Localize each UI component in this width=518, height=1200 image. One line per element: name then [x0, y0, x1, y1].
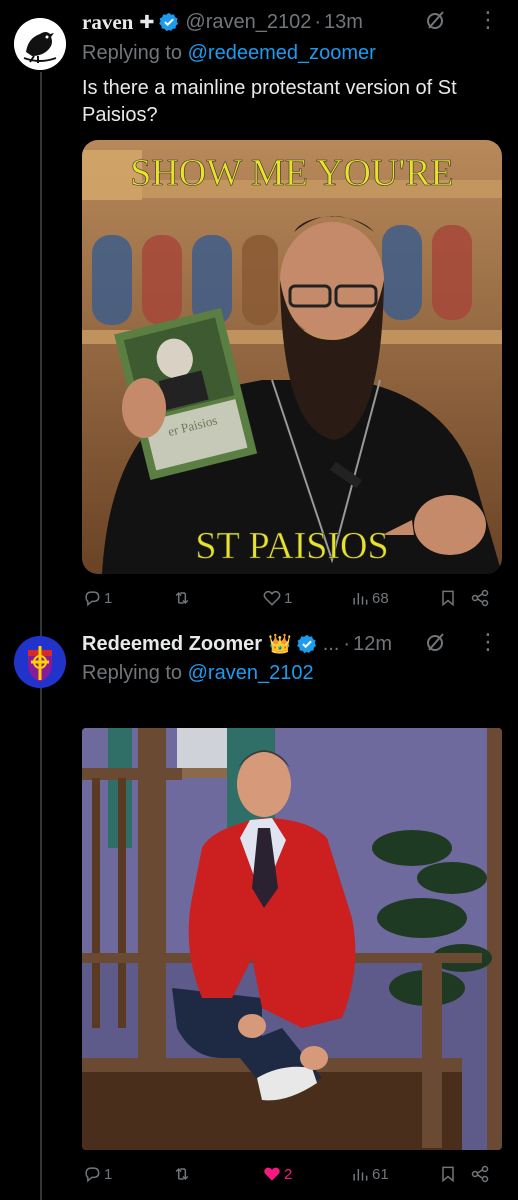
dot-separator: · [343, 632, 351, 655]
meme-bottom-text: ST PAISIOS [195, 525, 388, 567]
grok-icon[interactable] [425, 631, 447, 653]
replying-to: Replying to @raven_2102 [82, 662, 314, 685]
raven-avatar-image [14, 18, 66, 70]
reply-count: 1 [104, 589, 113, 607]
handle[interactable]: ... [323, 633, 340, 656]
bookmark-button[interactable] [438, 1162, 458, 1186]
display-name[interactable]: Redeemed Zoomer [82, 633, 262, 656]
tweet-raven[interactable]: raven ✚ @raven_2102 · 13m ⋮ Replying to … [0, 0, 518, 620]
reply-count: 1 [104, 1165, 113, 1183]
like-count: 1 [284, 589, 293, 607]
share-icon [471, 589, 489, 607]
name-cross-emoji: ✚ [139, 11, 155, 32]
views-icon [353, 1169, 368, 1181]
reply-icon [85, 591, 100, 607]
tweet-actions: 1 2 61 [82, 1162, 498, 1186]
header-icons: ⋮ [425, 9, 499, 31]
grok-icon[interactable] [425, 9, 447, 31]
replying-to: Replying to @redeemed_zoomer [82, 42, 376, 65]
share-button[interactable] [470, 586, 490, 610]
verified-badge-icon[interactable] [296, 634, 317, 654]
display-name[interactable]: raven [82, 10, 133, 35]
avatar[interactable] [14, 18, 66, 70]
reply-button[interactable]: 1 [82, 1162, 112, 1186]
redeemed-zoomer-avatar-image [14, 636, 66, 688]
verified-badge-icon[interactable] [159, 12, 179, 32]
share-icon [471, 1165, 489, 1183]
tweet-media[interactable] [82, 728, 502, 1150]
replying-mention[interactable]: @redeemed_zoomer [188, 42, 376, 64]
tweet-header: raven ✚ @raven_2102 · 13m ⋮ [82, 9, 518, 35]
tweet-redeemed-zoomer[interactable]: Redeemed Zoomer 👑 ... · 12m ⋮ Replying t… [0, 620, 518, 1200]
timestamp[interactable]: 13m [324, 11, 363, 34]
like-button[interactable]: 2 [262, 1162, 292, 1186]
views-button[interactable]: 61 [350, 1162, 389, 1186]
bookmark-icon [442, 1166, 454, 1183]
more-icon[interactable]: ⋮ [477, 9, 499, 31]
bookmark-icon [442, 590, 454, 607]
views-count: 61 [372, 1165, 389, 1183]
tweet-header: Redeemed Zoomer 👑 ... · 12m ⋮ [82, 631, 518, 657]
replying-prefix: Replying to [82, 662, 188, 684]
share-button[interactable] [470, 1162, 490, 1186]
retweet-button[interactable] [172, 586, 194, 610]
header-icons: ⋮ [425, 631, 499, 653]
retweet-icon [175, 591, 189, 605]
meme-image: er Paisios SHOW ME YOU'RE ST PAISIOS [82, 140, 502, 574]
retweet-icon [175, 1167, 189, 1181]
views-button[interactable]: 68 [350, 586, 389, 610]
reply-button[interactable]: 1 [82, 586, 112, 610]
timestamp[interactable]: 12m [353, 633, 392, 656]
tweet-media[interactable]: er Paisios SHOW ME YOU'RE ST PAISIOS [82, 140, 502, 574]
replying-mention[interactable]: @raven_2102 [188, 662, 314, 684]
like-icon [263, 590, 281, 606]
more-icon[interactable]: ⋮ [477, 631, 499, 653]
views-icon [353, 593, 368, 605]
views-count: 68 [372, 589, 389, 607]
dot-separator: · [314, 10, 322, 33]
crown-emoji: 👑 [268, 634, 292, 655]
handle[interactable]: @raven_2102 [185, 11, 311, 34]
replying-prefix: Replying to [82, 42, 188, 64]
like-button[interactable]: 1 [262, 586, 292, 610]
tweet-actions: 1 1 68 [82, 586, 498, 610]
tweet-text: Is there a mainline protestant version o… [82, 77, 457, 126]
bookmark-button[interactable] [438, 586, 458, 610]
like-icon [264, 1167, 280, 1181]
retweet-button[interactable] [172, 1162, 194, 1186]
like-count: 2 [284, 1165, 293, 1183]
avatar[interactable] [14, 636, 66, 688]
meme-top-text: SHOW ME YOU'RE [130, 152, 454, 194]
reply-icon [85, 1167, 100, 1183]
photo-image [82, 728, 502, 1150]
